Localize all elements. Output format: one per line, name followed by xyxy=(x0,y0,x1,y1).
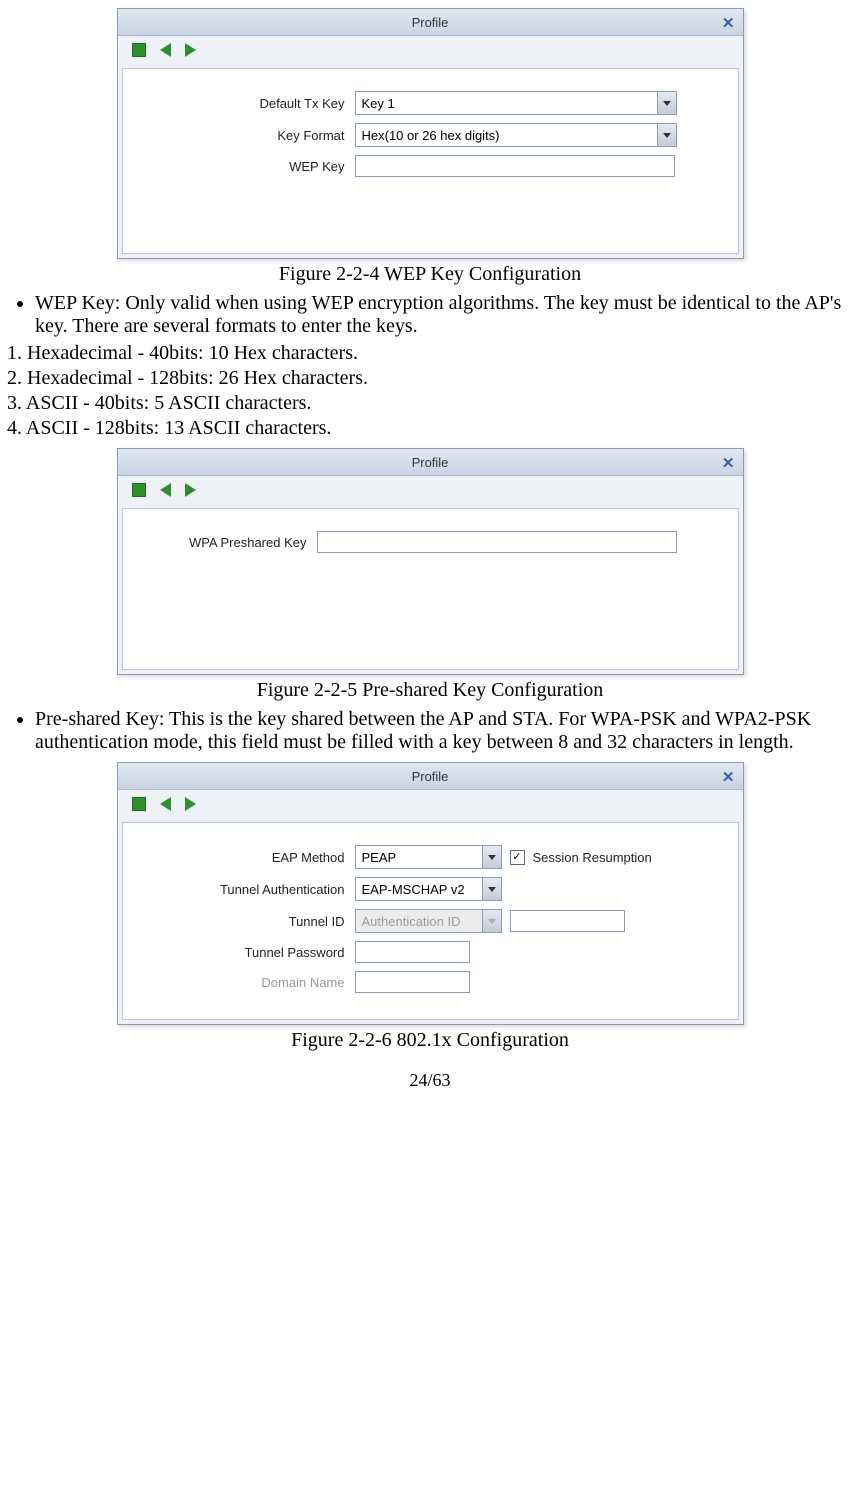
content-panel: EAP Method PEAP ✓ Session Resumption Tun… xyxy=(122,822,739,1020)
eap-method-select[interactable]: PEAP xyxy=(355,845,502,869)
titlebar: Profile ✕ xyxy=(118,9,743,36)
eap-method-label: EAP Method xyxy=(137,850,355,865)
list-item-2: 2. Hexadecimal - 128bits: 26 Hex charact… xyxy=(5,367,855,390)
tunnel-password-label: Tunnel Password xyxy=(137,945,355,960)
figure-caption-1: Figure 2-2-4 WEP Key Configuration xyxy=(5,263,855,286)
stop-icon[interactable] xyxy=(132,797,146,811)
dropdown-button[interactable] xyxy=(482,878,501,900)
default-tx-key-value: Key 1 xyxy=(356,96,657,111)
forward-arrow-icon[interactable] xyxy=(185,483,196,497)
dropdown-button[interactable] xyxy=(482,846,501,868)
default-tx-key-select[interactable]: Key 1 xyxy=(355,91,677,115)
content-panel: Default Tx Key Key 1 Key Format Hex(10 o… xyxy=(122,68,739,254)
bullet-psk: Pre-shared Key: This is the key shared b… xyxy=(35,708,855,754)
dropdown-button xyxy=(482,910,501,932)
tunnel-auth-value: EAP-MSCHAP v2 xyxy=(356,882,482,897)
domain-name-input[interactable] xyxy=(355,971,470,993)
toolbar xyxy=(118,36,743,64)
window-title: Profile xyxy=(118,769,743,784)
eap-method-value: PEAP xyxy=(356,850,482,865)
list-item-1: 1. Hexadecimal - 40bits: 10 Hex characte… xyxy=(5,342,855,365)
wpa-psk-input[interactable] xyxy=(317,531,677,553)
dropdown-button[interactable] xyxy=(657,92,676,114)
key-format-value: Hex(10 or 26 hex digits) xyxy=(356,128,657,143)
stop-icon[interactable] xyxy=(132,43,146,57)
dropdown-button[interactable] xyxy=(657,124,676,146)
session-resumption-label: Session Resumption xyxy=(533,850,652,865)
close-icon[interactable]: ✕ xyxy=(722,14,735,32)
profile-window-wep: Profile ✕ Default Tx Key Key 1 Key Forma… xyxy=(117,8,744,259)
chevron-down-icon xyxy=(663,133,671,138)
close-icon[interactable]: ✕ xyxy=(722,768,735,786)
back-arrow-icon[interactable] xyxy=(160,797,171,811)
content-panel: WPA Preshared Key xyxy=(122,508,739,670)
stop-icon[interactable] xyxy=(132,483,146,497)
bullet-wep-key: WEP Key: Only valid when using WEP encry… xyxy=(35,292,855,338)
tunnel-auth-select[interactable]: EAP-MSCHAP v2 xyxy=(355,877,502,901)
tunnel-auth-label: Tunnel Authentication xyxy=(137,882,355,897)
back-arrow-icon[interactable] xyxy=(160,483,171,497)
tunnel-id-label: Tunnel ID xyxy=(137,914,355,929)
domain-name-label: Domain Name xyxy=(137,975,355,990)
key-format-label: Key Format xyxy=(137,128,355,143)
titlebar: Profile ✕ xyxy=(118,763,743,790)
session-resumption-checkbox[interactable]: ✓ xyxy=(510,850,525,865)
window-title: Profile xyxy=(118,15,743,30)
chevron-down-icon xyxy=(488,887,496,892)
list-item-4: 4. ASCII - 128bits: 13 ASCII characters. xyxy=(5,417,855,440)
window-title: Profile xyxy=(118,455,743,470)
forward-arrow-icon[interactable] xyxy=(185,43,196,57)
close-icon[interactable]: ✕ xyxy=(722,454,735,472)
wep-key-input[interactable] xyxy=(355,155,675,177)
chevron-down-icon xyxy=(488,919,496,924)
chevron-down-icon xyxy=(488,855,496,860)
wpa-psk-label: WPA Preshared Key xyxy=(137,535,317,550)
wep-key-label: WEP Key xyxy=(137,159,355,174)
figure-caption-3: Figure 2-2-6 802.1x Configuration xyxy=(5,1029,855,1052)
key-format-select[interactable]: Hex(10 or 26 hex digits) xyxy=(355,123,677,147)
figure-caption-2: Figure 2-2-5 Pre-shared Key Configuratio… xyxy=(5,679,855,702)
page-number: 24/63 xyxy=(5,1070,855,1091)
tunnel-id-input[interactable] xyxy=(510,910,625,932)
toolbar xyxy=(118,476,743,504)
tunnel-password-input[interactable] xyxy=(355,941,470,963)
tunnel-id-select: Authentication ID xyxy=(355,909,502,933)
profile-window-8021x: Profile ✕ EAP Method PEAP ✓ Session Resu… xyxy=(117,762,744,1025)
toolbar xyxy=(118,790,743,818)
chevron-down-icon xyxy=(663,101,671,106)
profile-window-psk: Profile ✕ WPA Preshared Key xyxy=(117,448,744,675)
titlebar: Profile ✕ xyxy=(118,449,743,476)
tunnel-id-select-value: Authentication ID xyxy=(356,914,482,929)
default-tx-key-label: Default Tx Key xyxy=(137,96,355,111)
forward-arrow-icon[interactable] xyxy=(185,797,196,811)
list-item-3: 3. ASCII - 40bits: 5 ASCII characters. xyxy=(5,392,855,415)
back-arrow-icon[interactable] xyxy=(160,43,171,57)
